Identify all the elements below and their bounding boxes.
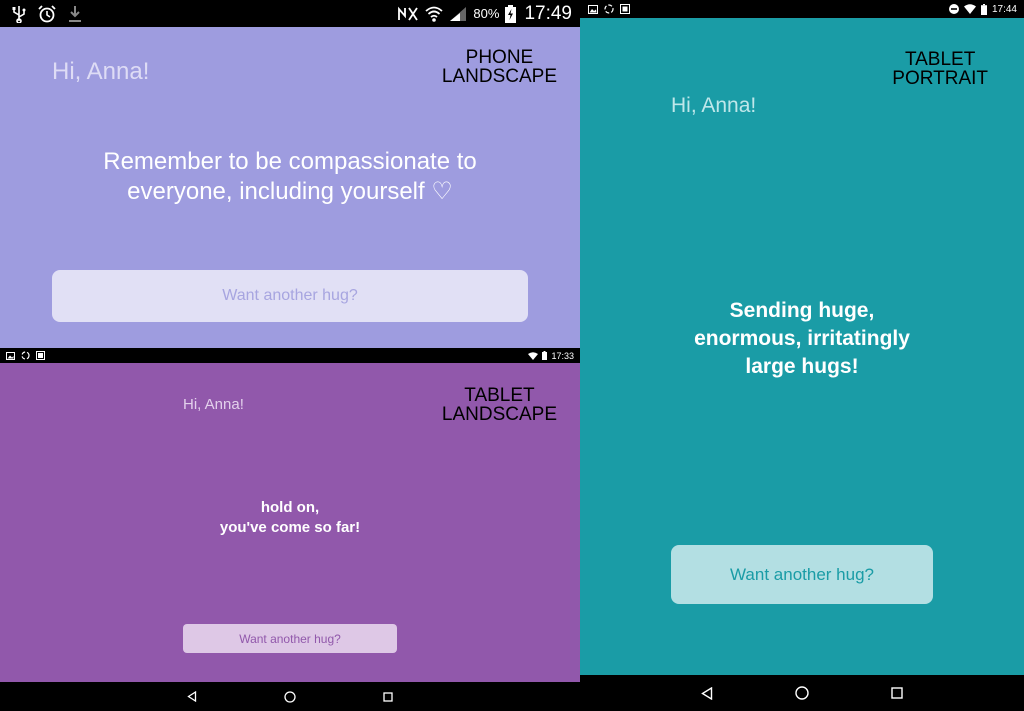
home-icon xyxy=(795,686,809,700)
message-line: hold on, xyxy=(260,499,320,516)
clock: 17:44 xyxy=(991,3,1017,15)
image-notification-icon xyxy=(588,4,598,14)
back-icon xyxy=(187,691,197,702)
battery-icon xyxy=(980,3,987,15)
status-bar: 80% 17:49 xyxy=(0,0,580,27)
download-icon xyxy=(68,5,82,23)
alarm-icon xyxy=(38,4,56,23)
clock: 17:49 xyxy=(524,2,572,24)
layout-label-line: LANDSCAPE xyxy=(441,66,557,87)
layout-label: TABLET PORTRAIT xyxy=(892,50,988,88)
screen-rotation-icon xyxy=(21,351,30,360)
layout-label-line: TABLET xyxy=(904,49,976,70)
home-icon xyxy=(284,690,296,703)
recents-icon xyxy=(891,687,903,699)
status-bar: 17:44 xyxy=(580,0,1024,18)
recents-button[interactable] xyxy=(368,682,408,711)
message-line: large hugs! xyxy=(745,355,859,378)
screenshot-notification-icon xyxy=(620,4,630,14)
battery-charging-icon xyxy=(505,4,517,23)
message-line: enormous, irritatingly xyxy=(694,327,910,350)
wifi-icon xyxy=(963,4,976,14)
back-button[interactable] xyxy=(172,682,212,711)
message-line: everyone, including yourself ♡ xyxy=(127,178,453,205)
clock: 17:33 xyxy=(551,350,574,361)
greeting: Hi, Anna! xyxy=(52,58,150,85)
status-bar: 17:33 xyxy=(0,348,580,363)
layout-label-line: PORTRAIT xyxy=(892,68,988,89)
another-hug-button[interactable]: Want another hug? xyxy=(183,624,397,653)
encouragement-message: Remember to be compassionate to everyone… xyxy=(0,147,580,207)
wifi-icon xyxy=(425,5,444,23)
wifi-icon xyxy=(528,351,539,360)
recents-icon xyxy=(383,691,393,702)
greeting: Hi, Anna! xyxy=(183,396,244,413)
usb-icon xyxy=(12,5,26,23)
signal-icon xyxy=(449,6,467,22)
encouragement-message: Sending huge, enormous, irritatingly lar… xyxy=(580,297,1024,381)
navigation-bar xyxy=(580,675,1024,711)
navigation-bar xyxy=(0,682,580,711)
home-button[interactable] xyxy=(270,682,310,711)
encouragement-message: hold on, you've come so far! xyxy=(0,498,580,538)
recents-button[interactable] xyxy=(877,675,917,711)
message-line: you've come so far! xyxy=(219,519,361,536)
image-notification-icon xyxy=(6,351,15,360)
back-icon xyxy=(701,686,713,700)
message-line: Sending huge, xyxy=(729,299,875,322)
do-not-disturb-icon xyxy=(948,4,959,14)
greeting: Hi, Anna! xyxy=(671,94,757,117)
layout-label-line: TABLET xyxy=(464,385,535,406)
phone-landscape-screen: 80% 17:49 Hi, Anna! PHONE LANDSCAPE Reme… xyxy=(0,0,580,348)
back-button[interactable] xyxy=(687,675,727,711)
layout-label-line: LANDSCAPE xyxy=(441,404,557,425)
battery-icon xyxy=(542,351,548,360)
home-button[interactable] xyxy=(782,675,822,711)
screenshot-notification-icon xyxy=(36,351,45,360)
layout-label: PHONE LANDSCAPE xyxy=(442,48,557,86)
screen-rotation-icon xyxy=(604,4,614,14)
another-hug-button[interactable]: Want another hug? xyxy=(671,545,933,604)
message-line: Remember to be compassionate to xyxy=(103,148,477,175)
layout-label-line: PHONE xyxy=(465,47,534,68)
tablet-landscape-screen: 17:33 Hi, Anna! TABLET LANDSCAPE hold on… xyxy=(0,348,580,711)
battery-percent: 80% xyxy=(473,6,500,21)
tablet-portrait-screen: 17:44 Hi, Anna! TABLET PORTRAIT Sending … xyxy=(580,0,1024,711)
another-hug-button[interactable]: Want another hug? xyxy=(52,270,528,322)
layout-label: TABLET LANDSCAPE xyxy=(442,386,557,424)
nfc-icon xyxy=(397,6,419,22)
